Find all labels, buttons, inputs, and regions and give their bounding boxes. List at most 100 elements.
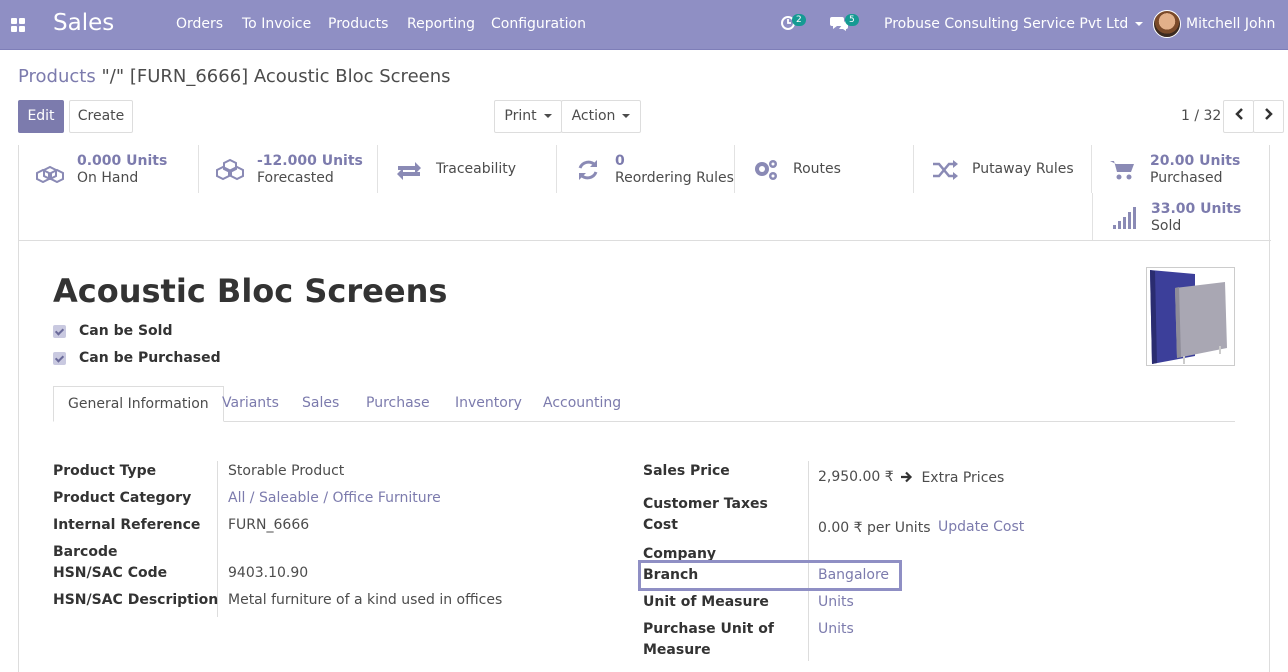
internal-reference-value[interactable]: FURN_6666 xyxy=(228,517,309,533)
on-hand-value: 0.000 Units xyxy=(77,153,168,169)
hsn-description-label: HSN/SAC Description xyxy=(53,592,219,608)
product-image-acoustic-screens xyxy=(1150,270,1227,364)
menu-to-invoice[interactable]: To Invoice xyxy=(242,16,311,32)
edit-button[interactable]: Edit xyxy=(18,100,64,133)
traceability-label: Traceability xyxy=(436,161,517,177)
customer-taxes-label: Customer Taxes xyxy=(643,496,768,512)
stat-reordering-rules[interactable]: 0 Reordering Rules xyxy=(557,145,735,193)
product-name[interactable]: Acoustic Bloc Screens xyxy=(53,272,447,310)
hsn-description-value[interactable]: Metal furniture of a kind used in office… xyxy=(228,592,502,608)
stat-putaway-rules[interactable]: Putaway Rules xyxy=(914,145,1092,193)
extra-prices-label: Extra Prices xyxy=(921,470,1005,486)
tab-inventory[interactable]: Inventory xyxy=(455,386,522,422)
avatar[interactable] xyxy=(1153,10,1181,38)
app-title: Sales xyxy=(53,10,115,36)
refresh-icon xyxy=(578,160,598,180)
divider xyxy=(19,240,1271,241)
menu-orders[interactable]: Orders xyxy=(176,16,223,32)
sold-value: 33.00 Units xyxy=(1151,201,1242,217)
routes-label: Routes xyxy=(793,161,841,177)
random-icon xyxy=(933,160,958,180)
cost-label: Cost xyxy=(643,517,678,533)
chevron-left-icon xyxy=(1234,108,1243,120)
purchase-uom-label-line2: Measure xyxy=(643,642,711,658)
update-cost-button[interactable]: Update Cost xyxy=(938,519,1024,535)
print-label: Print xyxy=(504,108,537,124)
can-be-sold-label: Can be Sold xyxy=(79,323,173,339)
purchase-uom-label: Purchase Unit of Measure xyxy=(643,621,774,664)
stat-on-hand[interactable]: 0.000 Units On Hand xyxy=(19,145,199,193)
product-category-label: Product Category xyxy=(53,490,192,506)
can-be-sold-checkbox[interactable] xyxy=(53,325,66,338)
cubes-icon xyxy=(36,165,64,183)
shopping-cart-icon xyxy=(1110,161,1134,180)
stat-purchased[interactable]: 20.00 Units Purchased xyxy=(1092,145,1271,193)
branch-link[interactable]: Bangalore xyxy=(818,567,889,583)
chevron-right-icon xyxy=(1264,108,1273,120)
menu-reporting[interactable]: Reporting xyxy=(407,16,475,32)
putaway-label: Putaway Rules xyxy=(972,161,1074,177)
purchased-value: 20.00 Units xyxy=(1150,153,1241,169)
product-category-link[interactable]: All / Saleable / Office Furniture xyxy=(228,490,441,506)
on-hand-label: On Hand xyxy=(77,170,139,186)
action-label: Action xyxy=(571,108,616,124)
cubes-icon xyxy=(216,158,244,181)
cost-unit: per Units xyxy=(866,520,931,536)
can-be-purchased-label: Can be Purchased xyxy=(79,350,221,366)
reordering-label: Reordering Rules xyxy=(615,170,734,186)
purchase-uom-link[interactable]: Units xyxy=(818,621,854,637)
messages-badge: 5 xyxy=(845,14,859,26)
sold-label: Sold xyxy=(1151,218,1182,234)
arrow-right-icon xyxy=(901,471,913,483)
user-name[interactable]: Mitchell John xyxy=(1186,16,1275,32)
stat-traceability[interactable]: Traceability xyxy=(378,145,557,193)
signal-bars-icon xyxy=(1113,207,1136,229)
print-dropdown[interactable]: Print xyxy=(494,100,562,133)
chevron-down-icon xyxy=(1135,22,1144,26)
hsn-code-value[interactable]: 9403.10.90 xyxy=(228,565,308,581)
action-dropdown[interactable]: Action xyxy=(561,100,641,133)
activity-badge: 2 xyxy=(792,14,806,26)
tab-variants[interactable]: Variants xyxy=(222,386,279,422)
gears-icon xyxy=(755,160,777,180)
menu-configuration[interactable]: Configuration xyxy=(491,16,586,32)
stat-routes[interactable]: Routes xyxy=(735,145,914,193)
reordering-value: 0 xyxy=(615,153,625,169)
menu-products[interactable]: Products xyxy=(328,16,388,32)
create-button[interactable]: Create xyxy=(69,100,133,133)
stat-sold[interactable]: 33.00 Units Sold xyxy=(1092,193,1271,240)
branch-label: Branch xyxy=(643,567,699,583)
breadcrumb-products-link[interactable]: Products xyxy=(18,66,96,87)
cost-value[interactable]: 0.00 ₹ per Units xyxy=(818,520,930,536)
sales-price-value[interactable]: 2,950.00 ₹ xyxy=(818,469,894,485)
company-switcher[interactable]: Probuse Consulting Service Pvt Ltd xyxy=(884,16,1144,32)
forecasted-label: Forecasted xyxy=(257,170,334,186)
unit-of-measure-link[interactable]: Units xyxy=(818,594,854,610)
chevron-down-icon xyxy=(622,114,631,118)
tab-accounting[interactable]: Accounting xyxy=(543,386,621,422)
tab-purchase[interactable]: Purchase xyxy=(366,386,430,422)
extra-prices-button[interactable]: Extra Prices xyxy=(900,470,1004,486)
pager-value[interactable]: 1 / 32 xyxy=(1181,108,1221,124)
company-name: Probuse Consulting Service Pvt Ltd xyxy=(884,16,1129,32)
pager-next-button[interactable] xyxy=(1253,100,1284,133)
exchange-icon xyxy=(397,162,421,180)
stat-forecasted[interactable]: -12.000 Units Forecasted xyxy=(199,145,378,193)
product-image[interactable] xyxy=(1146,267,1235,366)
tab-sales[interactable]: Sales xyxy=(302,386,339,422)
product-type-value[interactable]: Storable Product xyxy=(228,463,344,479)
tab-general-information[interactable]: General Information xyxy=(53,386,224,422)
unit-of-measure-label: Unit of Measure xyxy=(643,594,769,610)
sales-price-label: Sales Price xyxy=(643,463,730,479)
product-type-label: Product Type xyxy=(53,463,157,479)
breadcrumb-current: "/" [FURN_6666] Acoustic Bloc Screens xyxy=(101,66,451,87)
pager-previous-button[interactable] xyxy=(1223,100,1254,133)
breadcrumb: Products "/" [FURN_6666] Acoustic Bloc S… xyxy=(18,66,451,87)
can-be-purchased-checkbox[interactable] xyxy=(53,352,66,365)
barcode-label: Barcode xyxy=(53,544,118,560)
notebook-tabs: General Information Variants Sales Purch… xyxy=(53,386,1235,422)
purchased-label: Purchased xyxy=(1150,170,1223,186)
cost-amount: 0.00 ₹ xyxy=(818,520,863,536)
internal-reference-label: Internal Reference xyxy=(53,517,201,533)
apps-menu-icon[interactable] xyxy=(11,18,25,32)
